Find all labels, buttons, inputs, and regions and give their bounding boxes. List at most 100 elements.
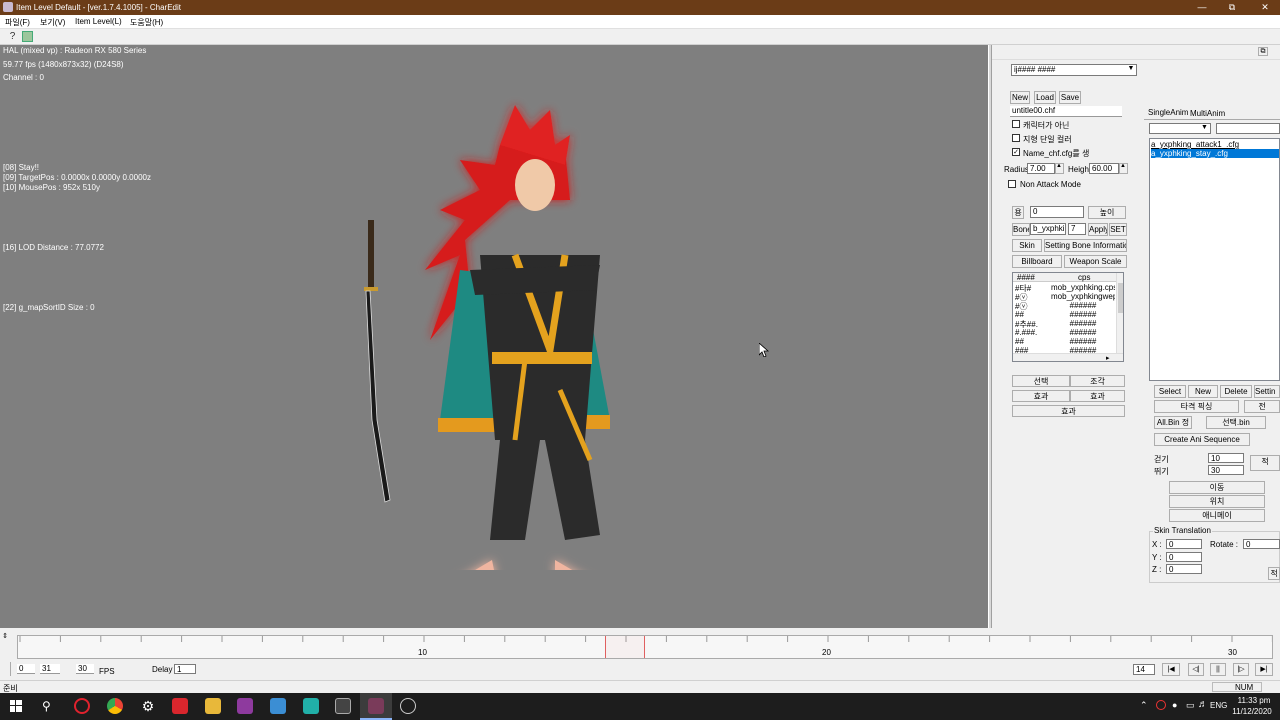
search-icon[interactable]: ⚲ bbox=[42, 699, 56, 713]
new-button[interactable]: New bbox=[1010, 91, 1030, 104]
winrar-icon[interactable] bbox=[237, 698, 253, 714]
anim-new-button[interactable]: New bbox=[1188, 385, 1218, 398]
menu-item-level[interactable]: Item Level(L) bbox=[75, 17, 122, 26]
network-icon[interactable]: ▭ bbox=[1186, 700, 1195, 711]
x-field[interactable]: 0 bbox=[1166, 539, 1202, 549]
image-icon[interactable] bbox=[22, 31, 33, 42]
radius-field[interactable]: 7.00 bbox=[1027, 163, 1055, 174]
carve-button[interactable]: 조각 bbox=[1070, 375, 1125, 387]
grid-row[interactable]: #ⓥ ###### bbox=[1013, 301, 1116, 311]
tray-chevron-icon[interactable]: ⌃ bbox=[1140, 700, 1148, 711]
settings-icon[interactable]: ⚙ bbox=[140, 698, 156, 714]
height-field[interactable]: 60.00 bbox=[1089, 163, 1119, 174]
create-ani-sequence-button[interactable]: Create Ani Sequence bbox=[1154, 433, 1250, 446]
skin-button[interactable]: Skin bbox=[1012, 239, 1042, 252]
grid-row[interactable]: #타# mob_yxphking.cps bbox=[1013, 283, 1116, 293]
rotate-field[interactable]: 0 bbox=[1243, 539, 1280, 549]
move-button[interactable]: 이동 bbox=[1169, 481, 1265, 494]
run-field[interactable]: 30 bbox=[1208, 465, 1244, 475]
anim-delete-button[interactable]: Delete bbox=[1220, 385, 1252, 398]
help-icon[interactable]: ? bbox=[7, 31, 18, 42]
terrain-color-checkbox[interactable] bbox=[1012, 134, 1020, 142]
file-explorer-icon[interactable] bbox=[205, 698, 221, 714]
weapon-scale-button[interactable]: Weapon Scale bbox=[1064, 255, 1127, 268]
height-spinner[interactable]: ▲▼ bbox=[1119, 163, 1128, 174]
radius-spinner[interactable]: ▲▼ bbox=[1055, 163, 1064, 174]
select-part-button[interactable]: 선택 bbox=[1012, 375, 1070, 387]
hit-fixing-button[interactable]: 타격 픽싱 bbox=[1154, 400, 1239, 413]
app-gray-icon[interactable] bbox=[335, 698, 351, 714]
translation-apply-button[interactable]: 적 bbox=[1268, 567, 1280, 580]
anim-combo-chevron-icon[interactable]: ▼ bbox=[1201, 124, 1208, 131]
menu-file[interactable]: 파일(F) bbox=[5, 17, 30, 28]
restore-button[interactable]: ⧉ bbox=[1217, 0, 1247, 15]
set-button[interactable]: SET bbox=[1109, 223, 1127, 236]
timeline-current-frame[interactable] bbox=[605, 636, 645, 658]
timeline-toggle-icon[interactable]: ⇕ bbox=[0, 632, 10, 642]
effect-button-1[interactable]: 효과 bbox=[1012, 390, 1070, 402]
walk-field[interactable]: 10 bbox=[1208, 453, 1244, 463]
animation-button[interactable]: 애니메이 bbox=[1169, 509, 1265, 522]
parts-grid[interactable]: #### cps #타# mob_yxphking.cps #ⓥ mob_yxphki… bbox=[1012, 272, 1124, 362]
setting-bone-info-button[interactable]: Setting Bone Information bbox=[1044, 239, 1127, 252]
grid-row[interactable]: #추##. ###### bbox=[1013, 319, 1116, 329]
non-attack-checkbox[interactable] bbox=[1008, 180, 1016, 188]
microphone-icon[interactable]: ● bbox=[1172, 700, 1177, 710]
tray-security-icon[interactable] bbox=[1156, 700, 1166, 710]
grid-row[interactable]: #ⓥ mob_yxphkingwep bbox=[1013, 292, 1116, 302]
next-frame-icon[interactable]: |▷ bbox=[1233, 663, 1249, 676]
menu-help[interactable]: 도움말(H) bbox=[130, 17, 163, 28]
opera-icon[interactable] bbox=[74, 698, 90, 714]
position-button[interactable]: 위치 bbox=[1169, 495, 1265, 508]
load-button[interactable]: Load bbox=[1034, 91, 1056, 104]
current-frame-field[interactable]: 14 bbox=[1133, 664, 1155, 675]
bone-num-field[interactable]: 7 bbox=[1068, 223, 1086, 235]
delay-field[interactable]: 1 bbox=[174, 664, 196, 674]
app-circle-icon[interactable] bbox=[400, 698, 416, 714]
panel-restore-button[interactable]: ⧉ bbox=[1258, 47, 1268, 56]
app-red-icon[interactable] bbox=[172, 698, 188, 714]
name-cfg-checkbox[interactable]: ✓ bbox=[1012, 148, 1020, 156]
save-button[interactable]: Save bbox=[1059, 91, 1081, 104]
clock-date[interactable]: 11/12/2020 bbox=[1232, 707, 1272, 716]
anim-setting-button[interactable]: Settin bbox=[1254, 385, 1280, 398]
app-blue-icon[interactable] bbox=[270, 698, 286, 714]
bone-name-field[interactable]: b_yxphkin; bbox=[1030, 223, 1066, 235]
last-frame-icon[interactable]: ▶| bbox=[1255, 663, 1273, 676]
minimize-button[interactable]: — bbox=[1187, 0, 1217, 15]
filename-field[interactable]: untitle00.chf bbox=[1010, 106, 1122, 117]
start-frame-field[interactable]: 0 bbox=[17, 664, 35, 674]
tab-multi-anim[interactable]: MultiAnim bbox=[1190, 109, 1225, 118]
windows-start-icon[interactable] bbox=[10, 700, 22, 712]
tab-single-anim[interactable]: SingleAnim bbox=[1148, 108, 1188, 117]
timeline-track[interactable]: 10 20 30 bbox=[17, 635, 1273, 659]
clock-time[interactable]: 11:33 pm bbox=[1236, 696, 1272, 705]
jeon-button[interactable]: 전 bbox=[1244, 400, 1280, 413]
end-frame-field[interactable]: 31 bbox=[40, 664, 60, 674]
close-button[interactable]: ✕ bbox=[1250, 0, 1280, 15]
z-field[interactable]: 0 bbox=[1166, 564, 1202, 574]
bone-index-field[interactable]: 0 bbox=[1030, 206, 1084, 218]
fps-field[interactable]: 30 bbox=[76, 664, 94, 674]
anim-search-field[interactable] bbox=[1216, 123, 1280, 134]
bone-small-button[interactable]: 용 bbox=[1012, 206, 1024, 219]
grid-row[interactable]: ## ###### bbox=[1013, 310, 1116, 319]
charedit-taskbar-button[interactable] bbox=[360, 693, 392, 720]
grid-row[interactable]: #.###. ###### bbox=[1013, 328, 1116, 337]
billboard-button[interactable]: Billboard bbox=[1012, 255, 1062, 268]
prev-frame-icon[interactable]: ◁| bbox=[1188, 663, 1204, 676]
anim-list-item[interactable]: a_yxphking_attack1_.cfg bbox=[1151, 140, 1279, 149]
3d-viewport[interactable]: HAL (mixed vp) : Radeon RX 580 Series 59… bbox=[0, 45, 988, 628]
menu-view[interactable]: 보기(V) bbox=[40, 17, 65, 28]
bone-button[interactable]: Bone bbox=[1012, 223, 1030, 236]
grid-vscroll[interactable] bbox=[1116, 273, 1123, 353]
y-field[interactable]: 0 bbox=[1166, 552, 1202, 562]
language-indicator[interactable]: ENG bbox=[1210, 701, 1227, 710]
height-button[interactable]: 높이 bbox=[1088, 206, 1126, 219]
anim-list[interactable]: a_yxphking_attack1_.cfg a_yxphking_stay_… bbox=[1149, 138, 1280, 381]
anim-select-button[interactable]: Select bbox=[1154, 385, 1186, 398]
apply-button[interactable]: Apply bbox=[1088, 223, 1108, 236]
chevron-down-icon[interactable]: ▼ bbox=[1126, 65, 1136, 75]
volume-icon[interactable]: ♬ bbox=[1198, 699, 1208, 710]
non-character-checkbox[interactable] bbox=[1012, 120, 1020, 128]
